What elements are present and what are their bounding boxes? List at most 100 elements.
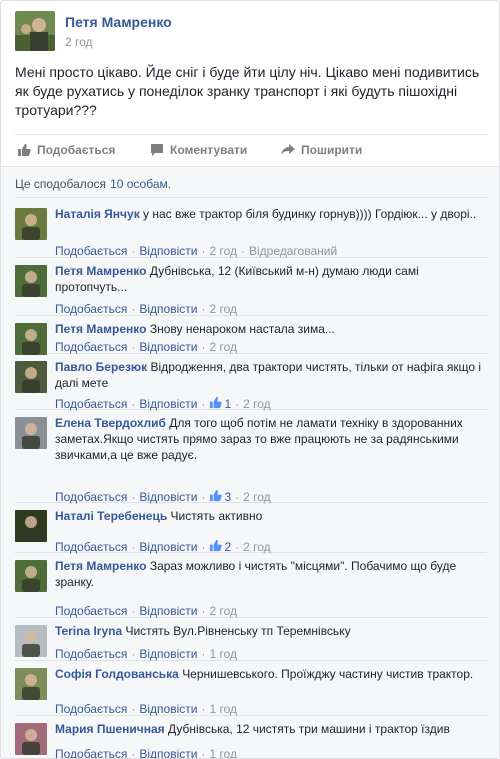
- comment-timestamp[interactable]: 2 год: [243, 540, 271, 554]
- comment-like-link[interactable]: Подобається: [55, 340, 127, 354]
- like-button[interactable]: Подобається: [17, 141, 115, 159]
- comment-timestamp[interactable]: 2 год: [209, 302, 237, 316]
- comment-reply-link[interactable]: Відповісти: [139, 397, 197, 411]
- comment-item: Наталі Теребенець Чистять активно Подобає…: [15, 503, 487, 554]
- separator-dot: ·: [201, 340, 206, 354]
- comment-text: Наталі Теребенець Чистять активно: [55, 508, 485, 524]
- comment-text: Мария Пшеничная Дубнівська, 12 чистять т…: [55, 721, 485, 737]
- comment-text: Петя Мамренко Дубнівська, 12 (Київський …: [55, 263, 485, 295]
- comment-like-link[interactable]: Подобається: [55, 647, 127, 661]
- separator-dot: ·: [201, 647, 206, 661]
- post-header: Петя Мамренко 2 год: [15, 11, 172, 53]
- comment-timestamp[interactable]: 2 год: [209, 340, 237, 354]
- commenter-name[interactable]: Terina Iryna: [55, 624, 122, 638]
- like-count-value: 1: [224, 397, 232, 411]
- separator-dot: ·: [131, 747, 136, 759]
- comment-text: Terina Iryna Чистять Вул.Рівненську тп Т…: [55, 623, 485, 639]
- commenter-name[interactable]: Наталі Теребенець: [55, 509, 167, 523]
- comment-reply-link[interactable]: Відповісти: [139, 647, 197, 661]
- comment-item: Елена Твердохлиб Для того щоб потім не л…: [15, 410, 487, 504]
- comment-button-label: Коментувати: [170, 143, 248, 157]
- separator-dot: ·: [131, 397, 136, 411]
- speech-bubble-icon: [150, 143, 164, 157]
- commenter-avatar[interactable]: [15, 625, 47, 657]
- comment-reply-link[interactable]: Відповісти: [139, 302, 197, 316]
- commenter-avatar[interactable]: [15, 361, 47, 393]
- likes-prefix: Це сподобалося: [15, 177, 107, 191]
- separator-dot: ·: [201, 397, 206, 411]
- post-body-text: Мені просто цікаво. Йде сніг і буде йти …: [15, 64, 480, 118]
- commenter-name[interactable]: Павло Березюк: [55, 360, 147, 374]
- comment-timestamp[interactable]: 2 год: [243, 397, 271, 411]
- comment-reply-link[interactable]: Відповісти: [139, 702, 197, 716]
- edited-label[interactable]: Відредагований: [249, 244, 337, 258]
- comment-like-link[interactable]: Подобається: [55, 302, 127, 316]
- commenter-name[interactable]: Петя Мамренко: [55, 559, 146, 573]
- separator-dot: ·: [201, 702, 206, 716]
- comment-button[interactable]: Коментувати: [150, 141, 247, 159]
- comment-like-link[interactable]: Подобається: [55, 397, 127, 411]
- separator-dot: ·: [131, 244, 136, 258]
- comment-timestamp[interactable]: 1 год: [209, 747, 237, 758]
- comment-timestamp[interactable]: 1 год: [209, 647, 237, 661]
- comment-meta: Подобається · Відповісти · 1 год: [55, 647, 237, 661]
- comment-meta: Подобається · Відповісти · 2 год: [55, 604, 237, 618]
- post-author-name[interactable]: Петя Мамренко: [65, 14, 172, 30]
- like-count-value: 2: [224, 540, 232, 554]
- facebook-post: Петя Мамренко 2 год Мені просто цікаво. …: [0, 0, 500, 759]
- commenter-avatar[interactable]: [15, 510, 47, 542]
- comment-meta: Подобається · Відповісти · 2 год: [55, 340, 237, 354]
- comment-like-link[interactable]: Подобається: [55, 702, 127, 716]
- comment-like-link[interactable]: Подобається: [55, 747, 127, 758]
- commenter-avatar[interactable]: [15, 208, 47, 240]
- separator-dot: ·: [131, 702, 136, 716]
- commenter-avatar[interactable]: [15, 723, 47, 755]
- comment-timestamp[interactable]: 2 год: [209, 604, 237, 618]
- separator-dot: ·: [131, 340, 136, 354]
- commenter-avatar[interactable]: [15, 265, 47, 297]
- comment-reply-link[interactable]: Відповісти: [139, 490, 197, 504]
- separator-dot: ·: [201, 302, 206, 316]
- comment-reply-link[interactable]: Відповісти: [139, 747, 197, 758]
- comment-like-link[interactable]: Подобається: [55, 490, 127, 504]
- comment-reply-link[interactable]: Відповісти: [139, 540, 197, 554]
- comment-reply-link[interactable]: Відповісти: [139, 340, 197, 354]
- comment-reply-link[interactable]: Відповісти: [139, 244, 197, 258]
- post-timestamp[interactable]: 2 год: [65, 35, 93, 49]
- author-avatar[interactable]: [15, 11, 55, 51]
- commenter-name[interactable]: Петя Мамренко: [55, 322, 146, 336]
- separator-dot: ·: [201, 490, 206, 504]
- commenter-avatar[interactable]: [15, 668, 47, 700]
- comment-timestamp[interactable]: 2 год: [209, 244, 237, 258]
- comment-timestamp[interactable]: 1 год: [209, 702, 237, 716]
- commenter-name[interactable]: Елена Твердохлиб: [55, 416, 166, 430]
- separator-dot: ·: [235, 490, 240, 504]
- commenter-name[interactable]: Софія Голдованська: [55, 667, 179, 681]
- commenter-avatar[interactable]: [15, 417, 47, 449]
- share-button[interactable]: Поширити: [281, 141, 362, 159]
- separator-dot: ·: [235, 397, 240, 411]
- comment-like-link[interactable]: Подобається: [55, 604, 127, 618]
- comment-body: у нас вже трактор біля будинку горнув)))…: [143, 207, 477, 221]
- like-button-label: Подобається: [37, 143, 116, 157]
- commenter-name[interactable]: Петя Мамренко: [55, 264, 146, 278]
- separator-dot: ·: [201, 540, 206, 554]
- separator-dot: ·: [131, 647, 136, 661]
- likes-summary: Це сподобалося 10 особам.: [15, 171, 487, 198]
- comment-item: Terina Iryna Чистять Вул.Рівненську тп Т…: [15, 618, 487, 661]
- comment-text: Елена Твердохлиб Для того щоб потім не л…: [55, 415, 485, 463]
- commenter-name[interactable]: Наталія Янчук: [55, 207, 140, 221]
- comment-reply-link[interactable]: Відповісти: [139, 604, 197, 618]
- comment-like-link[interactable]: Подобається: [55, 244, 127, 258]
- comment-like-link[interactable]: Подобається: [55, 540, 127, 554]
- comment-body: Знову ненароком настала зима...: [149, 322, 335, 336]
- comment-timestamp[interactable]: 2 год: [243, 490, 271, 504]
- commenter-name[interactable]: Мария Пшеничная: [55, 722, 165, 736]
- like-count-value: 3: [224, 490, 232, 504]
- separator-dot: ·: [131, 490, 136, 504]
- comment-body: Дубнівська, 12 чистять три машини і трак…: [168, 722, 450, 736]
- separator-dot: ·: [235, 540, 240, 554]
- likes-count-link[interactable]: 10 особам: [110, 177, 168, 191]
- commenter-avatar[interactable]: [15, 323, 47, 355]
- commenter-avatar[interactable]: [15, 560, 47, 592]
